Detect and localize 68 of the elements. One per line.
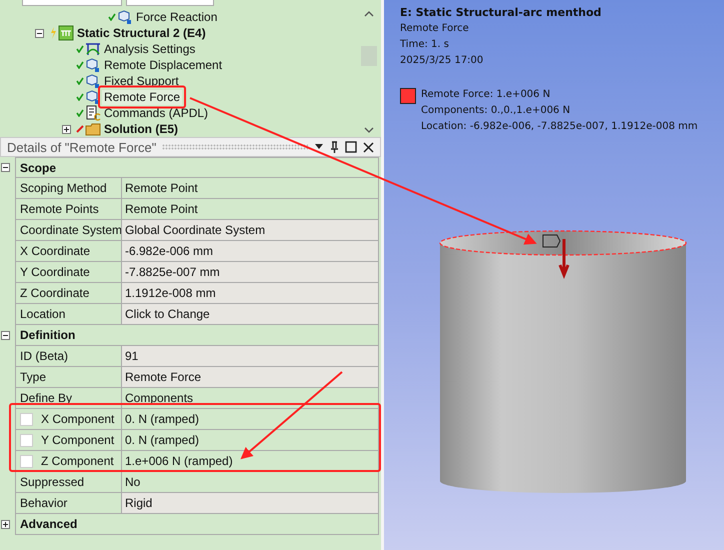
section-header[interactable]: Advanced	[15, 514, 379, 535]
property-value[interactable]: No	[121, 472, 379, 493]
dropdown-icon[interactable]	[314, 144, 324, 150]
property-value: 1.1912e-008 mm	[121, 283, 379, 304]
property-name: ID (Beta)	[15, 346, 121, 367]
info-text: Time: 1. s	[400, 38, 450, 52]
property-name: Scoping Method	[15, 178, 121, 199]
info-text: Remote Force	[400, 22, 470, 36]
property-name: Behavior	[15, 493, 121, 514]
maximize-icon[interactable]	[345, 141, 357, 153]
collapse-toggle[interactable]	[1, 163, 10, 172]
panel-title: Details of "Remote Force"	[7, 140, 156, 154]
property-name: Y Coordinate	[15, 262, 121, 283]
legend-label: Remote Force: 1.e+006 N	[421, 88, 552, 102]
property-value[interactable]: 0. N (ramped)	[121, 430, 379, 451]
property-value: Global Coordinate System	[121, 220, 379, 241]
tree-item[interactable]: Solution (E5)	[102, 122, 180, 136]
cube-icon	[85, 57, 101, 73]
scrollbar[interactable]	[361, 10, 377, 134]
property-name: Y Component	[41, 433, 114, 447]
collapse-toggle[interactable]	[35, 28, 44, 38]
property-value: Remote Force	[121, 367, 379, 388]
legend-text: Location: -6.982e-006, -7.8825e-007, 1.1912e-008 mm	[421, 120, 698, 134]
property-value: Click to Change	[121, 304, 379, 325]
section-header[interactable]: Scope	[15, 157, 379, 178]
cube-icon	[85, 73, 101, 89]
property-value: -7.8825e-007 mm	[121, 262, 379, 283]
property-value: Rigid	[121, 493, 379, 514]
analysis-icon	[58, 25, 74, 41]
property-name: Location	[15, 304, 121, 325]
expand-toggle[interactable]	[62, 124, 71, 134]
tree-item[interactable]: Static Structural 2 (E4)	[75, 26, 208, 40]
tree-item[interactable]: Fixed Support	[102, 74, 181, 88]
tree-item[interactable]: Force Reaction	[134, 10, 220, 24]
property-value[interactable]: Remote Point	[121, 178, 379, 199]
viewport-title: E: Static Structural-arc menthod	[400, 5, 602, 21]
cube-icon	[117, 9, 133, 25]
section-header[interactable]: Definition	[15, 325, 379, 346]
tree-item[interactable]: Remote Displacement	[102, 58, 224, 72]
document-icon	[85, 105, 101, 121]
property-name: X Component	[41, 412, 114, 426]
settings-icon	[85, 41, 101, 57]
scroll-down-icon[interactable]	[364, 126, 374, 134]
checkbox[interactable]	[20, 412, 33, 426]
property-name: Suppressed	[15, 472, 121, 493]
property-name: Z Component	[41, 454, 114, 468]
scroll-up-icon[interactable]	[364, 10, 374, 18]
checkbox[interactable]	[20, 434, 33, 446]
property-value: -6.982e-006 mm	[121, 241, 379, 262]
pin-icon[interactable]	[330, 140, 339, 154]
tree-item[interactable]: Analysis Settings	[102, 42, 198, 56]
cube-icon	[85, 89, 101, 105]
info-text: 2025/3/25 17:00	[400, 54, 484, 68]
property-name: Z Coordinate	[15, 283, 121, 304]
tree-item[interactable]: Commands (APDL)	[102, 106, 210, 120]
property-name: Remote Points	[15, 199, 121, 220]
property-value[interactable]: Remote Point	[121, 199, 379, 220]
property-name: Type	[15, 367, 121, 388]
property-name: Coordinate System	[15, 220, 121, 241]
expand-toggle[interactable]	[1, 520, 10, 529]
checkbox[interactable]	[20, 454, 33, 468]
tree-item[interactable]: Remote Force	[102, 90, 182, 104]
legend-text: Components: 0.,0.,1.e+006 N	[421, 104, 572, 118]
property-name: X Coordinate	[15, 241, 121, 262]
close-icon[interactable]	[363, 142, 374, 152]
property-value[interactable]: 0. N (ramped)	[121, 409, 379, 430]
collapse-toggle[interactable]	[1, 331, 10, 340]
property-value: 91	[121, 346, 379, 367]
